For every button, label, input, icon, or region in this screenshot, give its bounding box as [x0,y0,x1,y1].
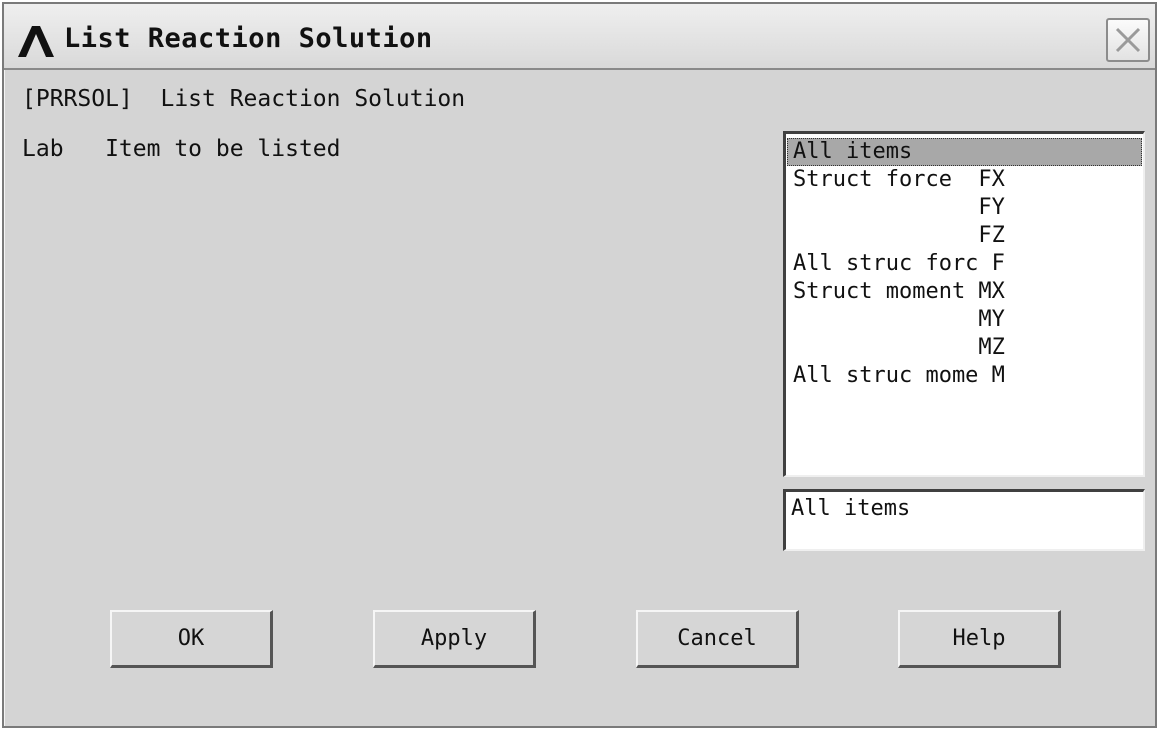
cancel-button[interactable]: Cancel [636,610,799,668]
list-item[interactable]: Struct force FX [787,166,1142,194]
list-item[interactable]: MY [787,306,1142,334]
item-listbox[interactable]: All items Struct force FX FY FZ All struc … [783,131,1145,477]
help-button[interactable]: Help [898,610,1061,668]
ok-button[interactable]: OK [110,610,273,668]
list-item[interactable]: All struc mome M [787,362,1142,390]
list-item[interactable]: MZ [787,334,1142,362]
lab-field-label: Lab Item to be listed [22,136,341,162]
title-bar[interactable]: List Reaction Solution [4,4,1155,70]
list-item[interactable]: All struc forc F [787,250,1142,278]
list-item[interactable]: All items [787,138,1142,166]
command-label: [PRRSOL] List Reaction Solution [22,86,466,112]
window-title: List Reaction Solution [64,23,433,54]
apply-button[interactable]: Apply [373,610,536,668]
ansys-logo-icon [18,26,54,57]
list-item[interactable]: FZ [787,222,1142,250]
list-item[interactable]: FY [787,194,1142,222]
list-reaction-solution-dialog: List Reaction Solution [PRRSOL] List Rea… [2,2,1157,728]
selected-item-field[interactable]: All items [783,489,1145,551]
close-button[interactable] [1106,18,1150,62]
list-item[interactable]: Struct moment MX [787,278,1142,306]
close-icon [1115,27,1141,53]
